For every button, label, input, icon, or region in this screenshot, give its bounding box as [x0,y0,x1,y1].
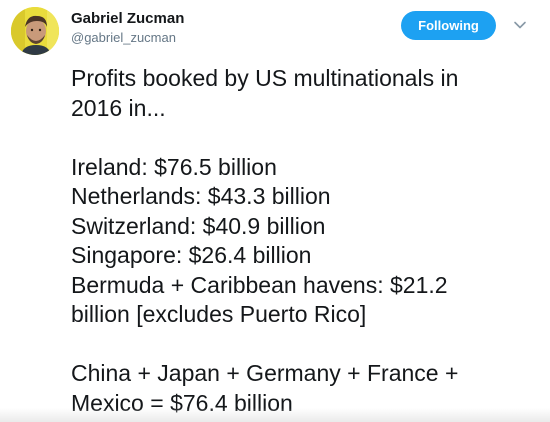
author-handle[interactable]: @gabriel_zucman [71,29,176,46]
tweet-header: Gabriel Zucman @gabriel_zucman Following [0,0,550,60]
author-name[interactable]: Gabriel Zucman [71,9,184,28]
tweet-line: Bermuda + Caribbean havens: $21.2 [71,271,448,298]
tweet-line: Switzerland: $40.9 billion [71,212,326,239]
chevron-down-icon [514,21,526,29]
avatar[interactable] [11,7,59,55]
tweet-line: Profits booked by US multinationals in [71,65,459,91]
tweet-menu-button[interactable] [511,16,529,34]
tweet-text: Profits booked by US multinationals in 2… [71,64,511,418]
tweet-line: 2016 in... [71,94,166,121]
avatar-photo-icon [11,7,59,55]
tweet-line: billion [excludes Puerto Rico] [71,301,367,327]
tweet-line: Ireland: $76.5 billion [71,153,277,180]
tweet-line: China + Japan + Germany + France + [71,360,459,386]
tweet-line: Singapore: $26.4 billion [71,242,312,268]
bottom-edge-fade [0,408,550,422]
following-button[interactable]: Following [401,11,496,40]
tweet-line: Netherlands: $43.3 billion [71,183,331,209]
